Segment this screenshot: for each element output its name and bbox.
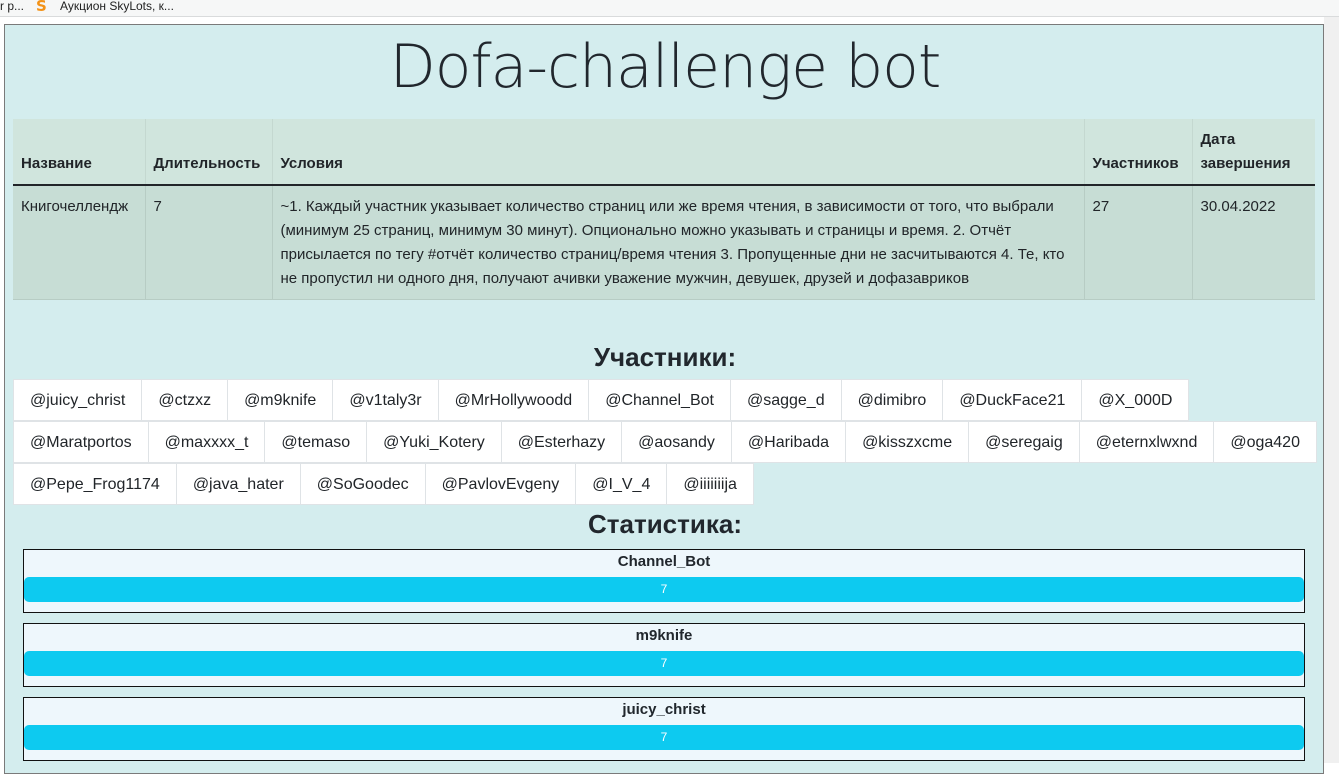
progress-bar: 7: [24, 577, 1304, 602]
participant-item[interactable]: @Pepe_Frog1174: [13, 463, 177, 505]
bookmark-label: Аукцион SkyLots, к...: [60, 0, 174, 13]
bookmarks-bar: r p... S Аукцион SkyLots, к...: [0, 0, 1339, 17]
participants-list: @juicy_christ @ctzxz @m9knife @v1taly3r @MrH…: [13, 379, 1317, 505]
participant-item[interactable]: @v1taly3r: [332, 379, 439, 421]
stat-entry: juicy_christ 7: [23, 697, 1305, 761]
participant-item[interactable]: @sagge_d: [729, 379, 842, 421]
cell-participants: 27: [1084, 185, 1193, 300]
participant-item[interactable]: @DuckFace21: [942, 379, 1083, 421]
progress-track: 7: [24, 725, 1304, 750]
stat-entry: Channel_Bot 7: [23, 549, 1305, 613]
header-name: Название: [13, 119, 146, 186]
statistics-heading: Статистика:: [588, 509, 742, 539]
participant-item[interactable]: @Esterhazy: [500, 421, 623, 463]
participant-item[interactable]: @Haribada: [730, 421, 847, 463]
stat-entry: m9knife 7: [23, 623, 1305, 687]
header-participants: Участников: [1084, 119, 1193, 186]
table-header-row: Название Длительность Условия Участников…: [13, 119, 1315, 186]
stat-name: Channel_Bot: [617, 553, 711, 570]
challenge-table: Название Длительность Условия Участников…: [13, 119, 1315, 300]
progress-bar: 7: [24, 651, 1304, 676]
window-gutter: [1324, 17, 1339, 763]
header-end-date: Дата завершения: [1192, 119, 1315, 186]
participant-item[interactable]: @eternxlwxnd: [1078, 421, 1215, 463]
header-conditions: Условия: [272, 119, 1085, 186]
table-row: Книгочеллендж 7 ~1. Каждый участник указ…: [13, 185, 1315, 300]
cell-end-date: 30.04.2022: [1192, 185, 1315, 300]
participant-item[interactable]: @PavlovEvgeny: [424, 463, 577, 505]
bookmark-label: r p...: [0, 0, 25, 13]
stat-name: m9knife: [635, 627, 693, 644]
participant-item[interactable]: @iiiiiiija: [666, 463, 754, 505]
participant-item[interactable]: @Channel_Bot: [588, 379, 731, 421]
participant-item[interactable]: @dimibro: [840, 379, 944, 421]
participant-item[interactable]: @temaso: [264, 421, 368, 463]
page-container: Dofa-challenge bot Название Длительность…: [4, 24, 1324, 774]
participant-item[interactable]: @SoGoodec: [299, 463, 426, 505]
progress-bar: 7: [24, 725, 1304, 750]
participant-item[interactable]: @juicy_christ: [13, 379, 143, 421]
participant-item[interactable]: @aosandy: [621, 421, 732, 463]
stat-name: juicy_christ: [622, 701, 706, 718]
cell-conditions: ~1. Каждый участник указывает количество…: [272, 185, 1085, 300]
skylots-s-icon: S: [36, 0, 47, 15]
participant-item[interactable]: @Yuki_Kotery: [366, 421, 502, 463]
bookmark-item[interactable]: r p...: [0, 0, 24, 16]
participant-item[interactable]: @oga420: [1213, 421, 1317, 463]
participant-item[interactable]: @X_000D: [1081, 379, 1190, 421]
participant-item[interactable]: @Maratportos: [13, 421, 149, 463]
participant-item[interactable]: @m9knife: [227, 379, 334, 421]
participants-heading: Участники:: [593, 342, 737, 372]
participant-item[interactable]: @ctzxz: [141, 379, 229, 421]
participant-item[interactable]: @MrHollywoodd: [437, 379, 590, 421]
participant-item[interactable]: @I_V_4: [575, 463, 668, 505]
page-title: Dofa-challenge bot: [389, 32, 942, 102]
participant-item[interactable]: @seregaig: [968, 421, 1080, 463]
participant-item[interactable]: @maxxxx_t: [147, 421, 266, 463]
progress-track: 7: [24, 577, 1304, 602]
progress-track: 7: [24, 651, 1304, 676]
header-duration: Длительность: [145, 119, 273, 186]
bookmark-item-skylots[interactable]: S Аукцион SkyLots, к...: [36, 0, 174, 16]
cell-duration: 7: [145, 185, 273, 300]
participant-item[interactable]: @kisszxcme: [845, 421, 970, 463]
participant-item[interactable]: @java_hater: [175, 463, 301, 505]
cell-name: Книгочеллендж: [13, 185, 146, 300]
